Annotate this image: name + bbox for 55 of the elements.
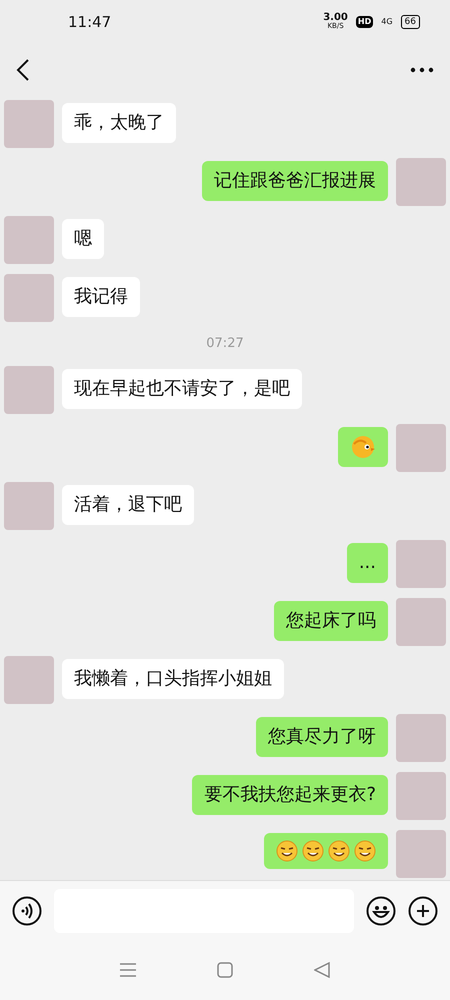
avatar-placeholder[interactable] <box>396 158 446 206</box>
back-nav-icon[interactable] <box>314 962 330 978</box>
avatar-placeholder[interactable] <box>4 482 54 530</box>
message-bubble[interactable]: 活着，退下吧 <box>62 484 194 524</box>
message-text: 您真尽力了呀 <box>268 726 376 746</box>
network-type: 4G <box>381 16 393 28</box>
network-speed: 3.00 <box>323 13 348 22</box>
avatar-placeholder[interactable] <box>396 424 446 472</box>
avatar-placeholder[interactable] <box>4 366 54 414</box>
message-text: 嗯 <box>74 228 92 249</box>
message-text: 我懒着，口头指挥小姐姐 <box>74 668 272 688</box>
message-bubble[interactable]: 我懒着，口头指挥小姐姐 <box>62 658 284 698</box>
avatar-placeholder[interactable] <box>4 216 54 264</box>
menu-icon[interactable] <box>120 963 136 977</box>
message-text: 要不我扶您起来更衣? <box>204 784 376 804</box>
chick-sticker-icon <box>350 434 376 460</box>
message-bubble[interactable]: 嗯 <box>62 219 104 259</box>
avatar-placeholder[interactable] <box>396 540 446 588</box>
back-icon[interactable] <box>16 58 30 82</box>
message-bubble[interactable]: 现在早起也不请安了，是吧 <box>62 368 302 408</box>
message-text: 我记得 <box>74 286 128 307</box>
message-bubble[interactable]: 我记得 <box>62 277 140 317</box>
more-icon[interactable] <box>410 67 434 73</box>
message-bubble[interactable]: ... <box>346 542 388 582</box>
timestamp: 07:27 <box>206 335 244 353</box>
message-text: 现在早起也不请安了，是吧 <box>74 378 290 398</box>
emoji-icon <box>354 840 376 862</box>
avatar-placeholder[interactable] <box>4 100 54 148</box>
avatar-placeholder[interactable] <box>4 274 54 322</box>
emoji-button-icon[interactable] <box>366 896 396 926</box>
emoji-icon <box>276 840 298 862</box>
avatar-placeholder[interactable] <box>396 830 446 878</box>
message-text: 您起床了吗 <box>286 610 376 630</box>
message-bubble[interactable]: 要不我扶您起来更衣? <box>192 774 388 814</box>
avatar-placeholder[interactable] <box>396 598 446 646</box>
message-text: 活着，退下吧 <box>74 494 182 514</box>
message-bubble[interactable] <box>264 832 388 868</box>
message-bubble[interactable]: 您起床了吗 <box>274 600 388 640</box>
avatar-placeholder[interactable] <box>396 714 446 762</box>
battery-indicator: 66 <box>400 15 420 29</box>
voice-icon[interactable] <box>12 896 42 926</box>
avatar-placeholder[interactable] <box>4 656 54 704</box>
avatar-placeholder[interactable] <box>396 772 446 820</box>
emoji-icon <box>328 840 350 862</box>
message-bubble[interactable]: 乖，太晚了 <box>62 103 176 143</box>
message-bubble[interactable]: 记住跟爸爸汇报进展 <box>202 161 388 201</box>
message-text: 记住跟爸爸汇报进展 <box>214 170 376 191</box>
message-text: 乖，太晚了 <box>74 112 164 133</box>
home-icon[interactable] <box>216 962 233 978</box>
plus-icon[interactable] <box>408 896 438 926</box>
hd-badge: HD <box>356 16 374 28</box>
emoji-icon <box>302 840 324 862</box>
message-bubble[interactable]: 您真尽力了呀 <box>256 716 388 756</box>
status-time: 11:47 <box>68 12 112 33</box>
message-text: ... <box>358 552 376 572</box>
